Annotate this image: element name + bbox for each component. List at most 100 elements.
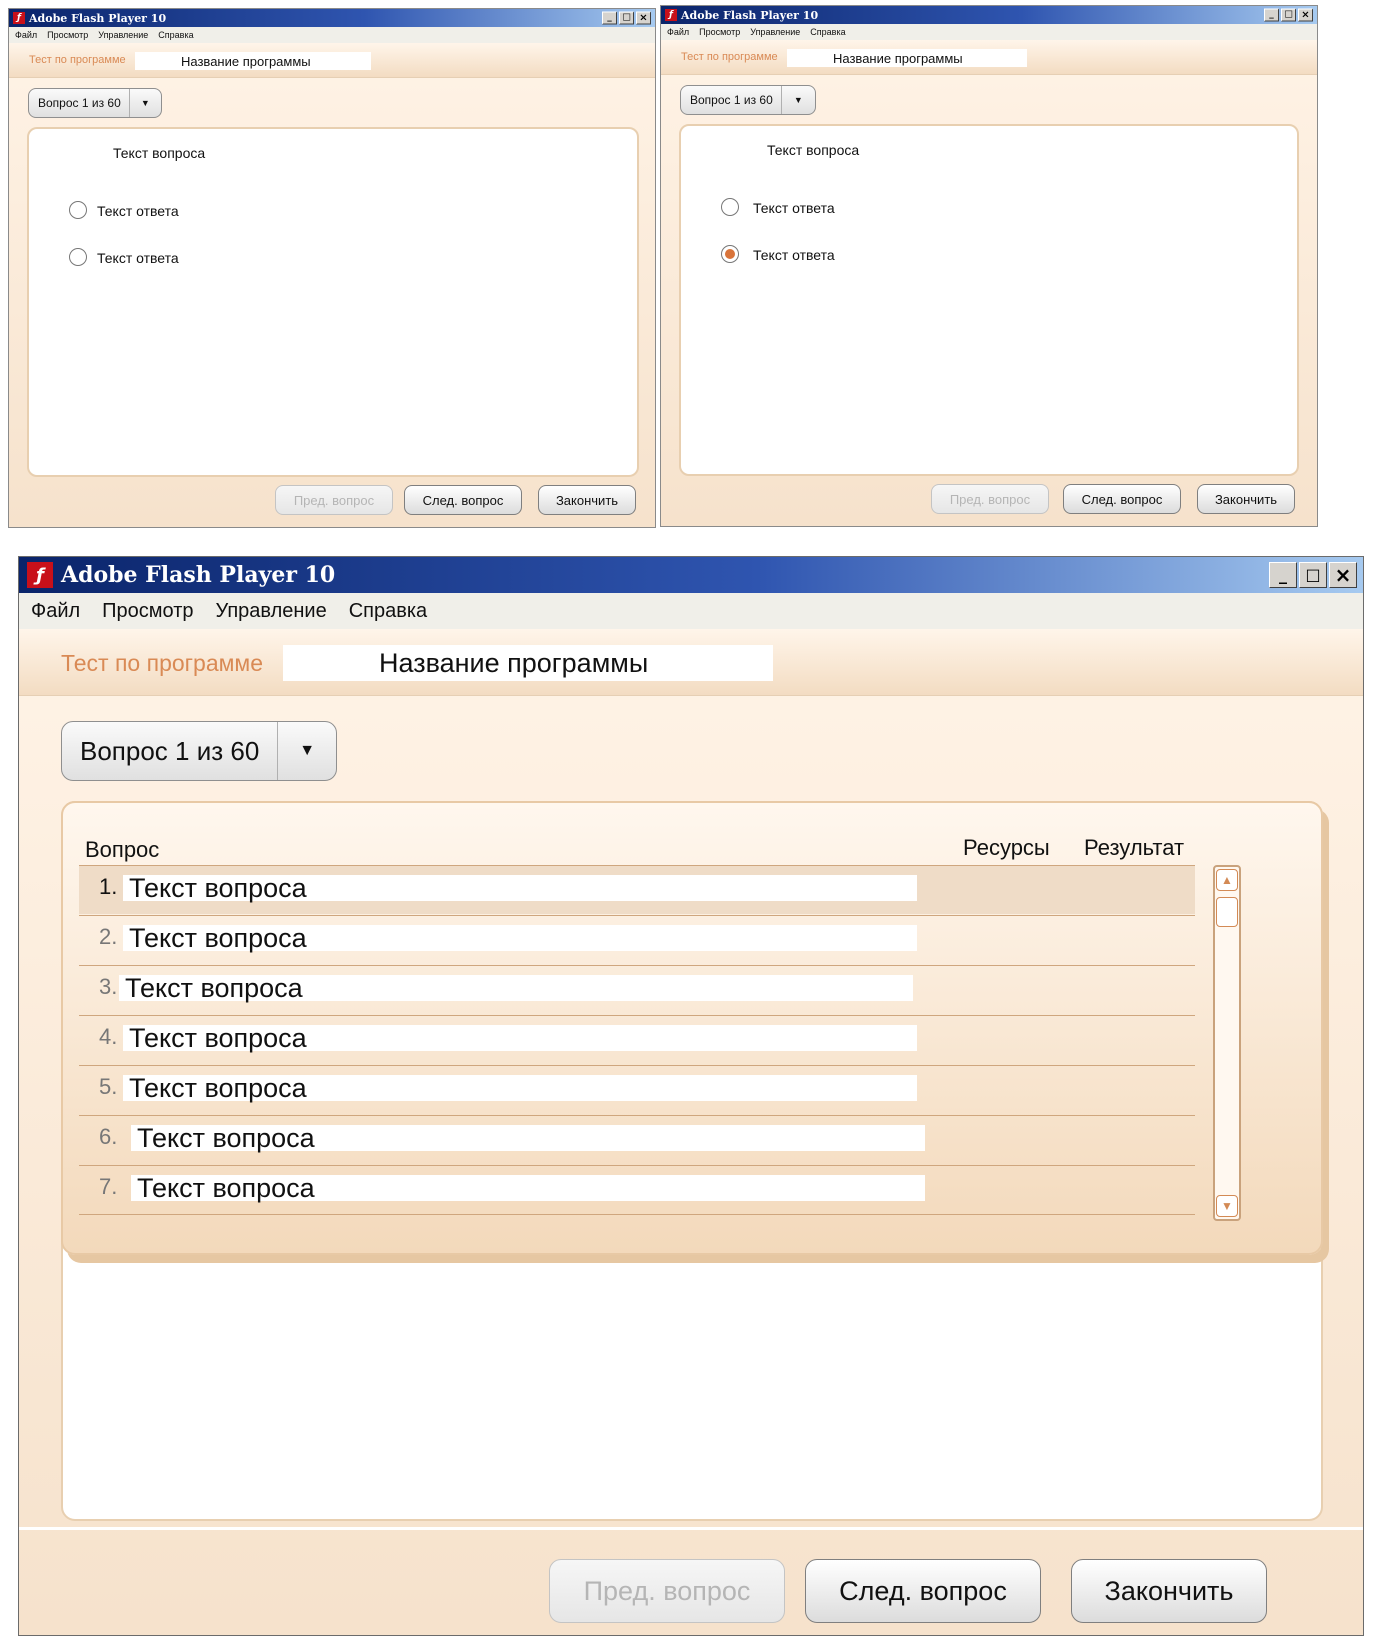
answer-text-2: Текст ответа	[753, 247, 835, 263]
prev-question-button[interactable]: Пред. вопрос	[275, 485, 393, 515]
program-name-text: Название программы	[181, 53, 311, 69]
answer-text-2: Текст ответа	[97, 250, 179, 266]
menu-view[interactable]: Просмотр	[699, 27, 740, 37]
menu-bar: Файл Просмотр Управление Справка	[661, 24, 1317, 40]
question-text: Текст вопроса	[767, 142, 860, 158]
answer-radio-2[interactable]	[721, 245, 739, 263]
window-title: Adobe Flash Player 10	[61, 562, 336, 588]
question-selector[interactable]: Вопрос 1 из 60 ▼	[28, 88, 162, 118]
maximize-icon[interactable]: □	[619, 11, 634, 25]
menu-control[interactable]: Управление	[750, 27, 800, 37]
test-label: Тест по программе	[681, 51, 778, 63]
program-name: Название программы	[135, 52, 371, 70]
question-row-1[interactable]: 1. Текст вопроса	[79, 865, 1195, 914]
question-selector-label: Вопрос 1 из 60	[38, 96, 121, 110]
chevron-down-icon[interactable]: ▼	[782, 95, 815, 105]
app-content: Тест по программе Название программы Воп…	[661, 40, 1317, 526]
column-header-resources: Ресурсы	[963, 835, 1050, 860]
divider	[19, 1527, 1363, 1530]
question-row-number: 7.	[99, 1174, 118, 1199]
question-selector[interactable]: Вопрос 1 из 60 ▼	[61, 721, 337, 781]
window-title: Adobe Flash Player 10	[681, 8, 819, 22]
scroll-thumb[interactable]	[1216, 897, 1238, 927]
question-row-7[interactable]: 7. Текст вопроса	[79, 1165, 1195, 1215]
menu-file[interactable]: Файл	[667, 27, 689, 37]
test-label: Тест по программе	[29, 54, 126, 66]
question-row-text: Текст вопроса	[123, 925, 917, 952]
question-selector[interactable]: Вопрос 1 из 60 ▼	[680, 85, 816, 115]
menu-help[interactable]: Справка	[810, 27, 845, 37]
app-content: Тест по программе Название программы Воп…	[19, 629, 1363, 1635]
finish-button[interactable]: Закончить	[538, 485, 636, 515]
menu-bar: Файл Просмотр Управление Справка	[9, 27, 655, 43]
scroll-down-icon[interactable]: ▼	[1216, 1195, 1238, 1217]
column-header-result: Результат	[1084, 835, 1185, 860]
finish-button[interactable]: Закончить	[1197, 484, 1295, 514]
question-row-number: 1.	[99, 874, 118, 899]
question-selector-label: Вопрос 1 из 60	[80, 735, 260, 766]
finish-button[interactable]: Закончить	[1071, 1559, 1267, 1623]
app-content: Тест по программе Название программы Воп…	[9, 43, 655, 527]
next-question-button[interactable]: След. вопрос	[1063, 484, 1181, 514]
answer-text-1: Текст ответа	[97, 203, 179, 219]
answer-radio-2[interactable]	[69, 248, 87, 266]
maximize-icon[interactable]: □	[1299, 562, 1327, 588]
maximize-icon[interactable]: □	[1281, 8, 1296, 22]
question-row-text: Текст вопроса	[123, 1075, 917, 1102]
menu-bar: Файл Просмотр Управление Справка	[19, 593, 1363, 629]
flash-logo-icon: ƒ	[13, 12, 25, 24]
window-title: Adobe Flash Player 10	[29, 11, 167, 25]
question-row-text: Текст вопроса	[123, 1025, 917, 1052]
test-header: Тест по программе Название программы	[9, 43, 655, 78]
scroll-up-icon[interactable]: ▲	[1216, 869, 1238, 891]
test-label: Тест по программе	[61, 650, 264, 676]
answer-radio-1[interactable]	[721, 198, 739, 216]
question-selector-label: Вопрос 1 из 60	[690, 93, 773, 107]
chevron-down-icon[interactable]: ▼	[278, 742, 336, 760]
question-row-2[interactable]: 2. Текст вопроса	[79, 915, 1195, 964]
answer-radio-1[interactable]	[69, 201, 87, 219]
title-bar: ƒ Adobe Flash Player 10 _ □ ×	[9, 9, 655, 27]
question-row-3[interactable]: 3. Текст вопроса	[79, 965, 1195, 1014]
question-row-text: Текст вопроса	[119, 975, 913, 1002]
next-question-button[interactable]: След. вопрос	[805, 1559, 1041, 1623]
question-row-number: 5.	[99, 1074, 118, 1099]
close-icon[interactable]: ×	[1298, 8, 1313, 22]
close-icon[interactable]: ×	[1329, 562, 1357, 588]
program-name: Название программы	[283, 645, 773, 681]
prev-question-button[interactable]: Пред. вопрос	[549, 1559, 785, 1623]
menu-view[interactable]: Просмотр	[47, 30, 88, 40]
question-list-scrollbar[interactable]: ▲ ▼	[1213, 865, 1241, 1221]
menu-control[interactable]: Управление	[98, 30, 148, 40]
minimize-icon[interactable]: _	[1269, 562, 1297, 588]
next-question-button[interactable]: След. вопрос	[404, 485, 522, 515]
menu-file[interactable]: Файл	[15, 30, 37, 40]
question-row-number: 2.	[99, 924, 118, 949]
menu-control[interactable]: Управление	[216, 600, 327, 623]
flash-logo-icon: ƒ	[27, 562, 53, 588]
question-row-4[interactable]: 4. Текст вопроса	[79, 1015, 1195, 1064]
test-header: Тест по программе Название программы	[19, 629, 1363, 696]
question-panel: Текст вопроса Текст ответа Текст ответа	[679, 124, 1299, 476]
title-bar: ƒ Adobe Flash Player 10 _ □ ×	[661, 6, 1317, 24]
question-row-text: Текст вопроса	[131, 1175, 925, 1202]
menu-help[interactable]: Справка	[349, 600, 427, 623]
question-text: Текст вопроса	[113, 145, 206, 161]
chevron-down-icon[interactable]: ▼	[130, 98, 161, 108]
menu-help[interactable]: Справка	[158, 30, 193, 40]
question-row-text: Текст вопроса	[131, 1125, 925, 1152]
title-bar: ƒ Adobe Flash Player 10 _ □ ×	[19, 557, 1363, 593]
close-icon[interactable]: ×	[636, 11, 651, 25]
column-header-question: Вопрос	[85, 837, 160, 862]
question-row-6[interactable]: 6. Текст вопроса	[79, 1115, 1195, 1164]
question-row-number: 6.	[99, 1124, 118, 1149]
minimize-icon[interactable]: _	[1264, 8, 1279, 22]
question-panel: Текст вопроса Текст ответа Текст ответа	[27, 127, 639, 477]
prev-question-button[interactable]: Пред. вопрос	[931, 484, 1049, 514]
program-name: Название программы	[787, 49, 1027, 67]
menu-file[interactable]: Файл	[31, 600, 80, 623]
flash-logo-icon: ƒ	[665, 9, 677, 21]
menu-view[interactable]: Просмотр	[102, 600, 193, 623]
question-row-5[interactable]: 5. Текст вопроса	[79, 1065, 1195, 1114]
minimize-icon[interactable]: _	[602, 11, 617, 25]
